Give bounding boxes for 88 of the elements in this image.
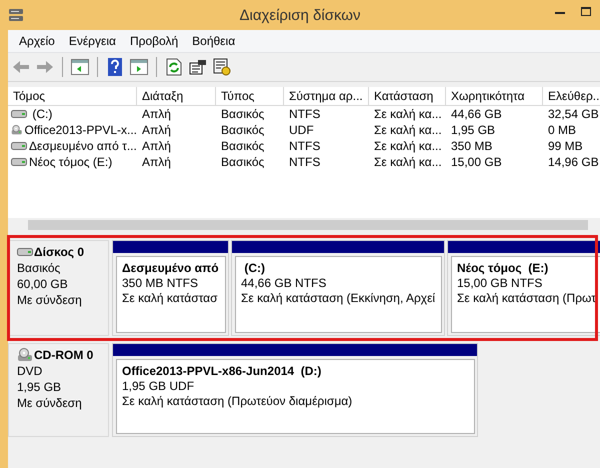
table-cell-text: Σε καλή κα... — [373, 155, 443, 169]
settings-button[interactable] — [211, 56, 233, 78]
maximize-icon[interactable] — [581, 7, 591, 16]
table-cell-text: NTFS — [288, 155, 322, 169]
table-cell-text: Απλή — [141, 155, 172, 169]
table-cell-text: Σε καλή κα... — [373, 107, 443, 121]
scrollbar-thumb[interactable] — [28, 220, 588, 230]
column-header[interactable]: Χωρητικότητα — [446, 87, 543, 105]
drive-icon — [11, 141, 27, 151]
partition-block[interactable]: Δεσμευμένο από 350 MB NTFS Σε καλή κατάστασ — [112, 240, 229, 336]
disk-info: Βασικός — [17, 261, 62, 275]
settings-icon — [213, 58, 231, 76]
panel-icon — [130, 59, 148, 75]
table-cell-text: NTFS — [288, 139, 322, 153]
table-cell-text: Σε καλή κα... — [373, 139, 443, 153]
partition-size: 15,00 GB NTFS — [457, 276, 544, 290]
disk-name: Δίσκος 0 — [34, 245, 84, 259]
table-cell: Office2013-PPVL-x... — [24, 123, 137, 137]
table-cell: Νέος τόμος (E:) — [29, 155, 112, 169]
table-cell-text: NTFS — [288, 107, 322, 121]
table-cell-text: 32,54 GB — [547, 107, 600, 121]
partition-block[interactable]: Νέος τόμος (E:) 15,00 GB NTFS Σε καλή κατάσταση (Πρωτ — [447, 240, 600, 336]
forward-arrow-icon — [36, 60, 54, 74]
disk-info: DVD — [17, 364, 44, 378]
pane-button[interactable] — [128, 56, 150, 78]
table-cell-text: 99 MB — [547, 139, 584, 153]
partition-size: 1,95 GB UDF — [122, 379, 196, 393]
partition-status: Σε καλή κατάσταση (Πρωτεύον διαμέρισμα) — [122, 394, 354, 408]
menu-item[interactable]: Βοήθεια — [185, 34, 242, 48]
table-cell-text: 350 MB — [450, 139, 494, 153]
panel-icon — [71, 59, 89, 75]
menu-item[interactable]: Προβολή — [122, 34, 186, 48]
cd-drive-icon — [11, 123, 22, 137]
help-icon — [107, 58, 123, 76]
menu-item[interactable]: Αρχείο — [12, 34, 62, 48]
table-cell-text: (C:) — [31, 107, 52, 121]
table-cell-text: Απλή — [141, 123, 172, 137]
cd-drive-icon — [17, 348, 33, 362]
disk-label-panel[interactable]: CD-ROM 0 DVD 1,95 GB Με σύνδεση — [8, 343, 109, 437]
table-cell-text: Βασικός — [220, 155, 266, 169]
disk-info: 1,95 GB — [17, 380, 62, 394]
table-cell: Δεσμευμένο από τ... — [29, 139, 137, 153]
disk-label-panel[interactable]: Δίσκος 0 Βασικός 60,00 GB Με σύνδεση — [8, 240, 109, 336]
table-cell-text: Βασικός — [220, 123, 266, 137]
partition-size: 350 MB NTFS — [122, 276, 200, 290]
table-cell-text: 14,96 GB — [547, 155, 600, 169]
drive-icon — [17, 247, 33, 257]
table-cell-text: 44,66 GB — [450, 107, 503, 121]
column-header[interactable]: Ελεύθερ... — [543, 87, 600, 105]
back-arrow-icon — [12, 60, 30, 74]
drive-icon — [11, 109, 27, 119]
column-header[interactable]: Τύπος — [216, 87, 284, 105]
table-cell-text: Σε καλή κα... — [373, 123, 443, 137]
partition-block[interactable]: (C:) 44,66 GB NTFS Σε καλή κατάσταση (Εκκίνηση, Αρχεί — [231, 240, 445, 336]
table-cell-text: Απλή — [141, 139, 172, 153]
partition-status: Σε καλή κατάσταση (Πρωτ — [457, 291, 597, 305]
drive-icon — [11, 157, 27, 167]
disk-info: Με σύνδεση — [17, 293, 83, 307]
column-header[interactable]: Τόμος — [8, 87, 137, 105]
refresh-icon — [166, 58, 182, 76]
table-cell-text: UDF — [288, 123, 315, 137]
column-header[interactable]: Κατάσταση — [369, 87, 446, 105]
table-cell-text: 1,95 GB — [450, 123, 496, 137]
table-cell-text: Απλή — [141, 107, 172, 121]
window-title: Διαχείριση δίσκων — [239, 6, 361, 24]
disk-name: CD-ROM 0 — [34, 348, 94, 362]
partition-name: Office2013-PPVL-x86-Jun2014 (D:) — [122, 364, 322, 378]
partition-name: Νέος τόμος (E:) — [457, 261, 550, 275]
partition-status: Σε καλή κατάστασ — [122, 291, 219, 305]
properties-icon — [189, 59, 207, 75]
app-icon — [8, 7, 24, 23]
partition-status: Σε καλή κατάσταση (Εκκίνηση, Αρχεί — [241, 291, 436, 305]
table-cell-text: Βασικός — [220, 107, 266, 121]
partition-name: (C:) — [243, 261, 266, 275]
partition-size: 44,66 GB NTFS — [241, 276, 328, 290]
partition-block[interactable]: Office2013-PPVL-x86-Jun2014 (D:) 1,95 GB UDF Σε καλή κατάσταση (Πρωτεύον διαμέρισμα) — [112, 343, 478, 437]
column-header[interactable]: Σύστημα αρ... — [284, 87, 369, 105]
table-cell-text: Βασικός — [220, 139, 266, 153]
table-cell-text: 0 MB — [547, 123, 578, 137]
scrollbar[interactable] — [8, 218, 600, 232]
menu-item[interactable]: Ενέργεια — [62, 34, 123, 48]
column-header[interactable]: Διάταξη — [137, 87, 216, 105]
table-cell-text: 15,00 GB — [450, 155, 503, 169]
minimize-icon[interactable] — [555, 12, 565, 15]
disk-info: 60,00 GB — [17, 277, 69, 291]
disk-info: Με σύνδεση — [17, 396, 83, 410]
partition-name: Δεσμευμένο από — [122, 261, 220, 275]
tree-button[interactable] — [69, 56, 91, 78]
